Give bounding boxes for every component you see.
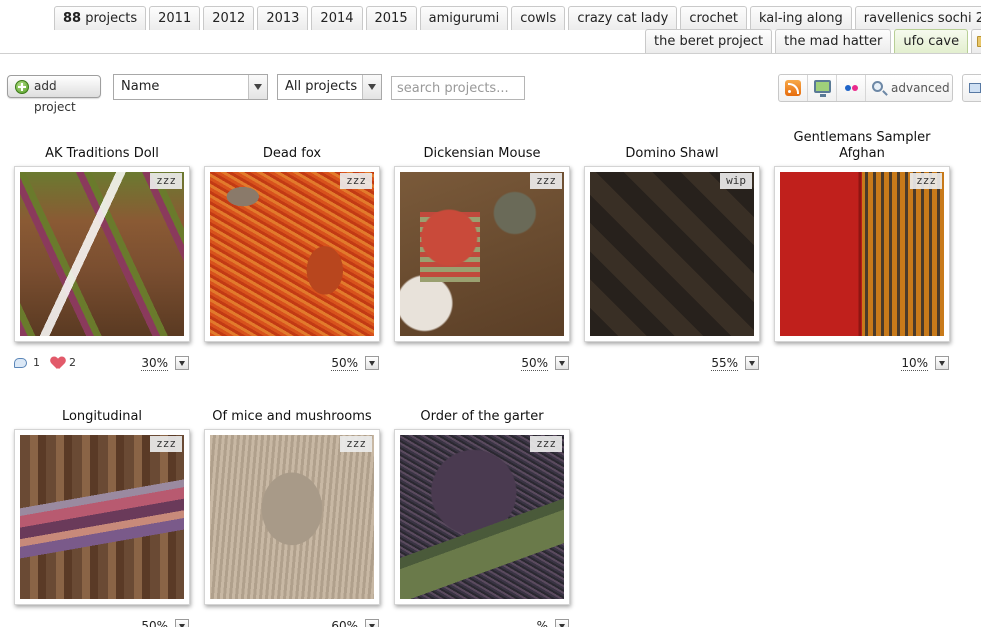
tab-label: projects	[85, 11, 138, 26]
tab-2012[interactable]: 2012	[203, 6, 255, 30]
project-count: 88	[63, 11, 82, 26]
progress-dropdown[interactable]	[555, 356, 569, 370]
search-input[interactable]	[391, 76, 525, 100]
tab-crochet[interactable]: crochet	[680, 6, 747, 30]
project-title[interactable]: Order of the garter	[394, 409, 570, 425]
sort-select-value: Name	[121, 79, 160, 94]
tab-cowls[interactable]: cowls	[511, 6, 566, 30]
progress-percent[interactable]: 30%	[141, 356, 168, 371]
progress-dropdown[interactable]	[555, 619, 569, 627]
project-thumbnail[interactable]: zzz	[394, 429, 570, 605]
progress-dropdown[interactable]	[175, 619, 189, 627]
progress-dropdown[interactable]	[365, 356, 379, 370]
filter-select[interactable]: All projects	[277, 74, 382, 100]
flickr-icon	[845, 85, 851, 91]
project-photo	[780, 172, 944, 336]
sort-select[interactable]: Name	[113, 74, 268, 100]
add-project-label: add project	[34, 79, 76, 114]
progress-dropdown[interactable]	[745, 356, 759, 370]
project-photo	[400, 435, 564, 599]
progress-percent[interactable]: 55%	[711, 356, 738, 371]
status-badge: zzz	[150, 436, 182, 452]
progress-percent[interactable]: 50%	[141, 619, 168, 627]
progress-percent[interactable]: 10%	[901, 356, 928, 371]
project-thumbnail[interactable]: zzz	[204, 166, 380, 342]
flickr-button[interactable]	[837, 75, 866, 101]
heart-icon[interactable]	[51, 357, 65, 369]
slideshow-button[interactable]	[808, 75, 837, 101]
progress-percent[interactable]: %	[537, 619, 548, 627]
project-title[interactable]: AK Traditions Doll	[14, 146, 190, 162]
magnifier-icon	[872, 81, 883, 92]
tab-2014[interactable]: 2014	[311, 6, 363, 30]
view-toolbar: advanced	[778, 74, 953, 102]
tab-kal-ing-along[interactable]: kal-ing along	[749, 6, 852, 30]
tab-2015[interactable]: 2015	[365, 6, 417, 30]
tab-2011[interactable]: 2011	[149, 6, 201, 30]
tab-divider	[0, 53, 981, 54]
project-title[interactable]: Dickensian Mouse	[394, 146, 570, 162]
progress-percent[interactable]: 50%	[521, 356, 548, 371]
status-badge: zzz	[530, 436, 562, 452]
progress-dropdown[interactable]	[365, 619, 379, 627]
project-photo	[590, 172, 754, 336]
project-meta: 1 2	[14, 356, 76, 369]
progress-dropdown[interactable]	[175, 356, 189, 370]
progress-dropdown[interactable]	[935, 356, 949, 370]
progress-percent[interactable]: 50%	[331, 356, 358, 371]
project-title[interactable]: Gentlemans Sampler Afghan	[774, 130, 950, 162]
project-photo	[20, 435, 184, 599]
project-thumbnail[interactable]: wip	[584, 166, 760, 342]
chevron-down-icon	[362, 75, 381, 99]
project-photo	[20, 172, 184, 336]
flickr-dot	[852, 85, 858, 91]
status-badge: zzz	[340, 436, 372, 452]
project-thumbnail[interactable]: zzz	[14, 429, 190, 605]
monitor-icon	[814, 80, 831, 97]
status-badge: zzz	[530, 173, 562, 189]
rss-button[interactable]	[779, 75, 808, 101]
project-thumbnail[interactable]: zzz	[204, 429, 380, 605]
project-photo	[210, 435, 374, 599]
tab-bar: 88 projects 2011 2012 2013 2014 2015 ami…	[54, 6, 981, 30]
favorite-count: 2	[69, 356, 76, 369]
tab-bar-row2: the beret project the mad hatter ufo cav…	[645, 29, 981, 53]
tab-ufo-cave[interactable]: ufo cave	[894, 29, 969, 53]
gallery-view-icon	[969, 83, 981, 93]
project-title[interactable]: Dead fox	[204, 146, 380, 162]
add-project-button[interactable]: add project	[7, 75, 101, 114]
project-title[interactable]: Longitudinal	[14, 409, 190, 425]
project-title[interactable]: Domino Shawl	[584, 146, 760, 162]
project-thumbnail[interactable]: zzz	[394, 166, 570, 342]
status-badge: wip	[720, 173, 752, 189]
plus-icon	[15, 80, 29, 94]
project-thumbnail[interactable]: zzz	[774, 166, 950, 342]
comment-icon	[14, 357, 27, 368]
advanced-search-button[interactable]: advanced	[867, 75, 950, 101]
tab-ravellenics-sochi-2014[interactable]: ravellenics sochi 2014	[854, 6, 981, 30]
status-badge: zzz	[340, 173, 372, 189]
comment-count: 1	[33, 356, 40, 369]
folder-icon	[977, 36, 981, 47]
advanced-label: advanced	[891, 81, 950, 95]
tab-amigurumi[interactable]: amigurumi	[419, 6, 509, 30]
project-title[interactable]: Of mice and mushrooms	[204, 409, 380, 425]
status-badge: zzz	[910, 173, 942, 189]
tab-new-folder[interactable]	[971, 29, 981, 53]
project-photo	[400, 172, 564, 336]
project-thumbnail[interactable]: zzz	[14, 166, 190, 342]
progress-percent[interactable]: 60%	[331, 619, 358, 627]
project-photo	[210, 172, 374, 336]
chevron-down-icon	[248, 75, 267, 99]
tab-crazy-cat-lady[interactable]: crazy cat lady	[568, 6, 678, 30]
tab-2013[interactable]: 2013	[257, 6, 309, 30]
filter-select-value: All projects	[285, 79, 358, 94]
tab-the-mad-hatter[interactable]: the mad hatter	[775, 29, 892, 53]
tab-all-projects[interactable]: 88 projects	[54, 6, 147, 30]
rss-icon	[785, 80, 801, 96]
status-badge: zzz	[150, 173, 182, 189]
gallery-view-button[interactable]	[962, 74, 981, 102]
tab-the-beret-project[interactable]: the beret project	[645, 29, 773, 53]
